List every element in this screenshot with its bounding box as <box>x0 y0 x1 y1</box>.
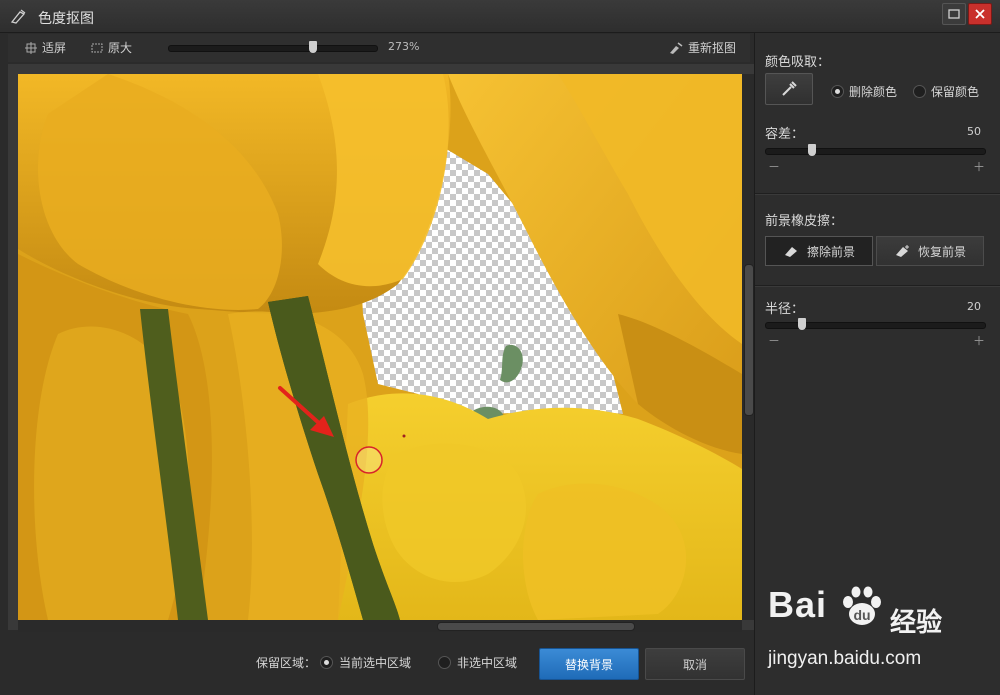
keep-area-label: 保留区域： <box>256 656 317 670</box>
radius-label: 半径： <box>765 302 805 317</box>
reset-cutout-label: 重新抠图 <box>688 41 737 55</box>
color-pick-label: 颜色吸取： <box>765 55 831 70</box>
reset-cutout-button[interactable]: 重新抠图 <box>668 39 736 56</box>
tolerance-minus-icon[interactable]: － <box>768 158 780 175</box>
radius-minus-icon[interactable]: － <box>768 332 780 349</box>
non-selection-radio[interactable] <box>438 656 451 669</box>
eyedropper-button[interactable] <box>765 73 813 105</box>
delete-color-option[interactable]: 删除颜色 <box>831 83 897 100</box>
tolerance-plus-icon[interactable]: ＋ <box>973 158 985 175</box>
radius-plus-icon[interactable]: ＋ <box>973 332 985 349</box>
tulip-image <box>18 74 742 620</box>
watermark-brand: Bai <box>768 584 828 625</box>
divider <box>755 193 1000 195</box>
non-selection-label: 非选中区域 <box>457 656 518 670</box>
keep-color-radio[interactable] <box>913 85 926 98</box>
horizontal-scrollbar[interactable] <box>18 620 742 632</box>
paw-icon: du <box>843 586 881 625</box>
baidu-watermark: Bai du 经验 jingyan.baidu.com <box>768 584 988 674</box>
image-canvas[interactable] <box>18 74 742 620</box>
erase-foreground-label: 擦除前景 <box>806 244 855 259</box>
zoom-slider[interactable] <box>168 41 378 53</box>
maximize-icon <box>948 9 960 19</box>
radius-value: 20 <box>967 300 981 313</box>
toolbar: 适屏 原大 273% 重新抠图 <box>8 34 750 62</box>
zoom-slider-thumb[interactable] <box>309 41 317 53</box>
vertical-scroll-thumb[interactable] <box>744 264 754 416</box>
delete-color-radio[interactable] <box>831 85 844 98</box>
restore-eraser-icon <box>895 245 909 257</box>
watermark-url: jingyan.baidu.com <box>768 648 922 669</box>
erase-foreground-button[interactable]: 擦除前景 <box>765 236 873 266</box>
cancel-button[interactable]: 取消 <box>645 648 745 680</box>
brush-icon <box>670 41 683 54</box>
non-selection-option[interactable]: 非选中区域 <box>438 654 517 671</box>
original-size-label: 原大 <box>108 41 133 55</box>
keep-color-option[interactable]: 保留颜色 <box>913 83 979 100</box>
title-bar: 色度抠图 <box>0 0 1000 33</box>
tolerance-label: 容差： <box>765 127 805 142</box>
current-selection-label: 当前选中区域 <box>339 656 412 670</box>
horizontal-scroll-thumb[interactable] <box>437 622 635 631</box>
window-title: 色度抠图 <box>38 11 94 27</box>
original-size-icon <box>91 43 103 52</box>
current-selection-option[interactable]: 当前选中区域 <box>320 654 411 671</box>
divider <box>755 285 1000 287</box>
current-selection-radio[interactable] <box>320 656 333 669</box>
tolerance-slider[interactable] <box>765 144 986 156</box>
zoom-value: 273% <box>388 40 420 53</box>
svg-text:du: du <box>853 607 870 623</box>
close-button[interactable] <box>968 3 992 25</box>
brush-cursor <box>355 446 383 474</box>
app-icon <box>10 9 26 24</box>
vertical-scrollbar[interactable] <box>742 74 754 620</box>
tolerance-slider-thumb[interactable] <box>808 144 816 156</box>
fit-screen-icon <box>25 41 37 54</box>
bottom-bar: 保留区域： 当前选中区域 非选中区域 替换背景 取消 <box>0 634 754 695</box>
fit-screen-button[interactable]: 适屏 <box>24 39 66 56</box>
restore-foreground-button[interactable]: 恢复前景 <box>876 236 984 266</box>
replace-background-button[interactable]: 替换背景 <box>539 648 639 680</box>
radius-slider[interactable] <box>765 318 986 330</box>
maximize-button[interactable] <box>942 3 966 25</box>
eraser-label: 前景橡皮擦： <box>765 214 844 229</box>
restore-foreground-label: 恢复前景 <box>917 244 966 259</box>
eraser-icon <box>784 247 797 257</box>
radius-slider-thumb[interactable] <box>798 318 806 330</box>
fit-screen-label: 适屏 <box>42 41 67 55</box>
close-icon <box>975 9 985 19</box>
keep-color-label: 保留颜色 <box>931 85 980 99</box>
watermark-brand-suffix: 经验 <box>890 608 943 638</box>
delete-color-label: 删除颜色 <box>849 85 898 99</box>
original-size-button[interactable]: 原大 <box>90 39 132 56</box>
eyedropper-icon <box>782 81 797 96</box>
tolerance-value: 50 <box>967 125 981 138</box>
